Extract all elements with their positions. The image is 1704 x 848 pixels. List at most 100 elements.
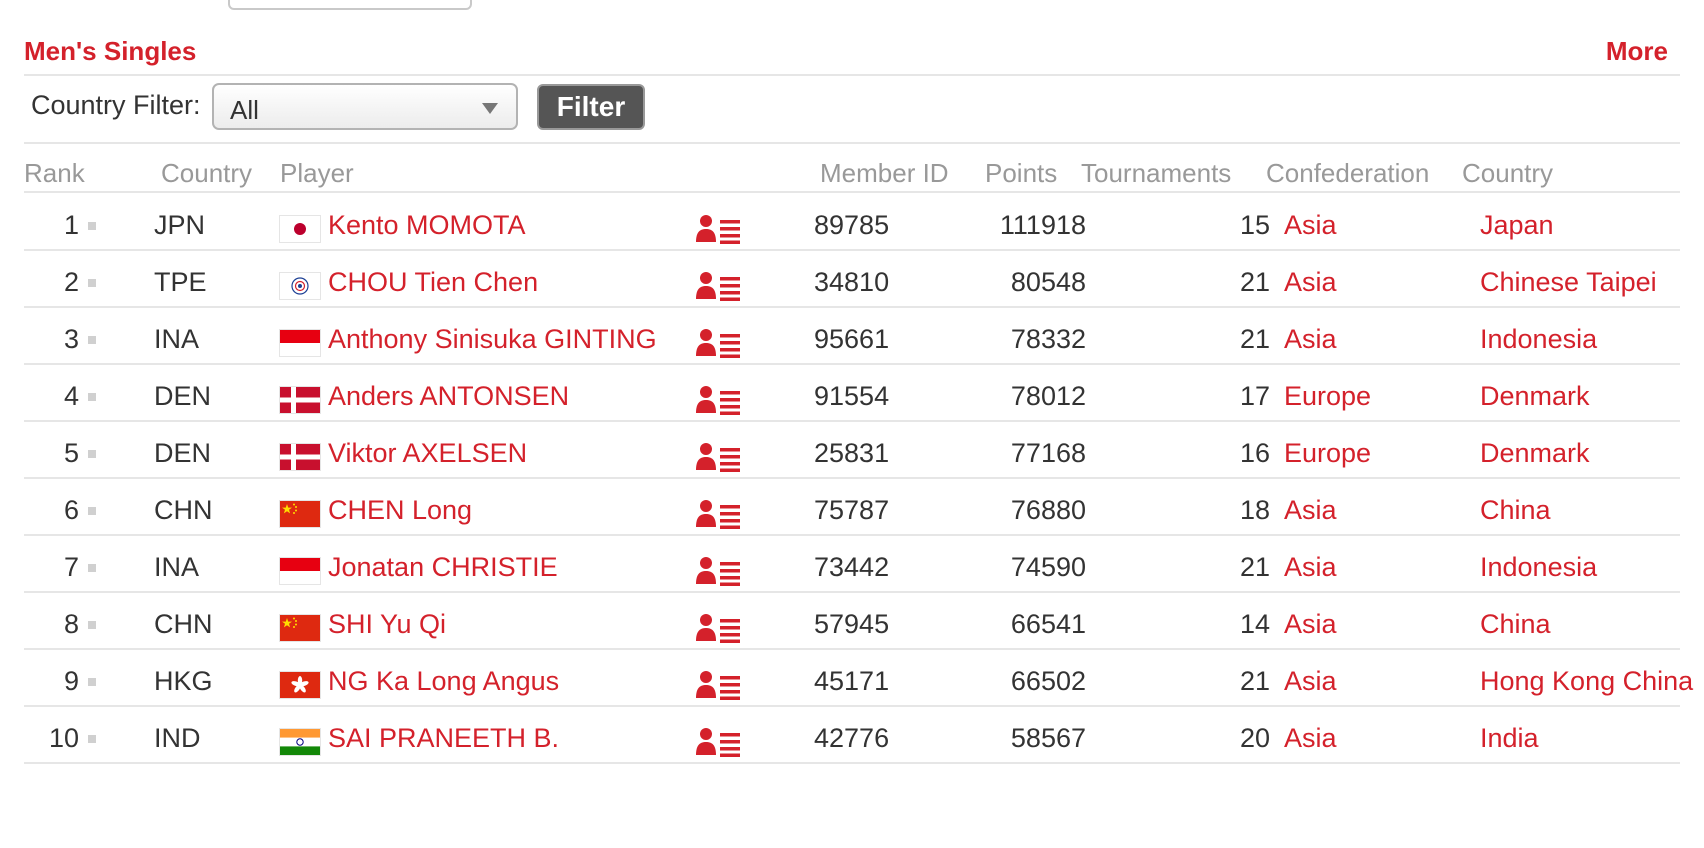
chinese-taipei-flag-icon xyxy=(280,273,320,299)
confederation-link[interactable]: Asia xyxy=(1284,666,1337,696)
header-player[interactable]: Player xyxy=(280,158,354,189)
india-flag-icon xyxy=(280,729,320,755)
player-profile-icon[interactable] xyxy=(696,556,742,586)
player-profile-icon[interactable] xyxy=(696,271,742,301)
header-confederation[interactable]: Confederation xyxy=(1266,158,1429,189)
country-link[interactable]: Denmark xyxy=(1480,381,1590,411)
table-row: 4 DEN Anders ANTONSEN 91554 78012 17 Europe Den… xyxy=(24,365,1680,422)
points-cell: 78012 xyxy=(1010,381,1086,411)
dropdown-caret-icon xyxy=(482,103,498,114)
points-cell: 77168 xyxy=(1010,438,1086,468)
table-row: 1 JPN Kento MOMOTA 89785 111918 15 Asia Japan xyxy=(24,194,1680,251)
player-profile-icon[interactable] xyxy=(696,670,742,700)
more-link[interactable]: More xyxy=(1606,36,1668,67)
country-code-cell: DEN xyxy=(154,381,212,411)
country-link[interactable]: China xyxy=(1480,609,1551,639)
country-link[interactable]: Japan xyxy=(1480,210,1554,240)
indonesia-flag-icon xyxy=(280,330,320,356)
confederation-link[interactable]: Asia xyxy=(1284,210,1337,240)
rank-marker-icon xyxy=(88,735,96,743)
player-profile-icon[interactable] xyxy=(696,214,742,244)
tournaments-cell: 18 xyxy=(1239,495,1270,525)
country-link[interactable]: Indonesia xyxy=(1480,324,1597,354)
table-row: 8 CHN SHI Yu Qi 57945 66541 14 Asia China xyxy=(24,593,1680,650)
player-name-link[interactable]: NG Ka Long Angus xyxy=(328,666,559,696)
rank-cell: 9 xyxy=(63,666,79,696)
member-id-cell: 73442 xyxy=(814,552,890,582)
rank-cell: 8 xyxy=(63,609,79,639)
tournaments-cell: 20 xyxy=(1239,723,1270,753)
confederation-link[interactable]: Asia xyxy=(1284,609,1337,639)
player-name-link[interactable]: CHOU Tien Chen xyxy=(328,267,538,297)
rank-cell: 5 xyxy=(63,438,79,468)
header-points[interactable]: Points xyxy=(985,158,1057,189)
player-profile-icon[interactable] xyxy=(696,385,742,415)
player-profile-icon[interactable] xyxy=(696,727,742,757)
points-cell: 76880 xyxy=(1010,495,1086,525)
player-name-link[interactable]: Anders ANTONSEN xyxy=(328,381,569,411)
header-member-id[interactable]: Member ID xyxy=(820,158,949,189)
player-profile-icon[interactable] xyxy=(696,328,742,358)
country-filter-select[interactable]: All xyxy=(212,83,518,130)
country-link[interactable]: China xyxy=(1480,495,1551,525)
filter-button[interactable]: Filter xyxy=(537,84,645,130)
member-id-cell: 34810 xyxy=(814,267,890,297)
member-id-cell: 91554 xyxy=(814,381,890,411)
table-row: 6 CHN CHEN Long 75787 76880 18 Asia China xyxy=(24,479,1680,536)
tournaments-cell: 15 xyxy=(1239,210,1270,240)
section-title: Men's Singles xyxy=(24,36,197,66)
confederation-link[interactable]: Asia xyxy=(1284,324,1337,354)
rank-marker-icon xyxy=(88,507,96,515)
player-name-link[interactable]: CHEN Long xyxy=(328,495,472,525)
rank-marker-icon xyxy=(88,279,96,287)
player-profile-icon[interactable] xyxy=(696,499,742,529)
country-link[interactable]: Denmark xyxy=(1480,438,1590,468)
points-cell: 66541 xyxy=(1010,609,1086,639)
points-cell: 58567 xyxy=(1010,723,1086,753)
header-country-code[interactable]: Country xyxy=(161,158,252,189)
confederation-link[interactable]: Asia xyxy=(1284,552,1337,582)
rank-marker-icon xyxy=(88,678,96,686)
player-name-link[interactable]: Anthony Sinisuka GINTING xyxy=(328,324,657,354)
rank-marker-icon xyxy=(88,393,96,401)
player-profile-icon[interactable] xyxy=(696,442,742,472)
header-tournaments[interactable]: Tournaments xyxy=(1081,158,1231,189)
confederation-link[interactable]: Europe xyxy=(1284,381,1371,411)
header-country[interactable]: Country xyxy=(1462,158,1553,189)
player-name-link[interactable]: SHI Yu Qi xyxy=(328,609,446,639)
table-row: 10 IND SAI PRANEETH B. 42776 58567 20 Asia Indi… xyxy=(24,707,1680,764)
player-profile-icon[interactable] xyxy=(696,613,742,643)
player-name-link[interactable]: Jonatan CHRISTIE xyxy=(328,552,558,582)
player-name-link[interactable]: Kento MOMOTA xyxy=(328,210,526,240)
hong-kong-flag-icon xyxy=(280,672,320,698)
country-link[interactable]: Hong Kong China xyxy=(1480,666,1693,696)
country-link[interactable]: Chinese Taipei xyxy=(1480,267,1657,297)
rank-cell: 1 xyxy=(63,210,79,240)
country-link[interactable]: Indonesia xyxy=(1480,552,1597,582)
filter-bar: Country Filter: All Filter xyxy=(24,76,1680,144)
confederation-link[interactable]: Asia xyxy=(1284,267,1337,297)
member-id-cell: 42776 xyxy=(814,723,890,753)
player-name-link[interactable]: Viktor AXELSEN xyxy=(328,438,527,468)
rank-cell: 10 xyxy=(48,723,79,753)
table-row: 7 INA Jonatan CHRISTIE 73442 74590 21 Asia Indo… xyxy=(24,536,1680,593)
table-row: 2 TPE CHOU Tien Chen 34810 80548 21 Asia Chines… xyxy=(24,251,1680,308)
tournaments-cell: 21 xyxy=(1239,666,1270,696)
country-code-cell: CHN xyxy=(154,609,213,639)
country-code-cell: IND xyxy=(154,723,201,753)
rank-cell: 6 xyxy=(63,495,79,525)
confederation-link[interactable]: Europe xyxy=(1284,438,1371,468)
confederation-link[interactable]: Asia xyxy=(1284,495,1337,525)
header-rank[interactable]: Rank xyxy=(24,158,85,189)
tournaments-cell: 21 xyxy=(1239,267,1270,297)
tournaments-cell: 16 xyxy=(1239,438,1270,468)
country-link[interactable]: India xyxy=(1480,723,1539,753)
top-dropdown-edge[interactable] xyxy=(228,0,472,10)
rank-cell: 3 xyxy=(63,324,79,354)
points-cell: 74590 xyxy=(1010,552,1086,582)
player-name-link[interactable]: SAI PRANEETH B. xyxy=(328,723,559,753)
country-code-cell: CHN xyxy=(154,495,213,525)
confederation-link[interactable]: Asia xyxy=(1284,723,1337,753)
rank-cell: 4 xyxy=(63,381,79,411)
rank-marker-icon xyxy=(88,336,96,344)
